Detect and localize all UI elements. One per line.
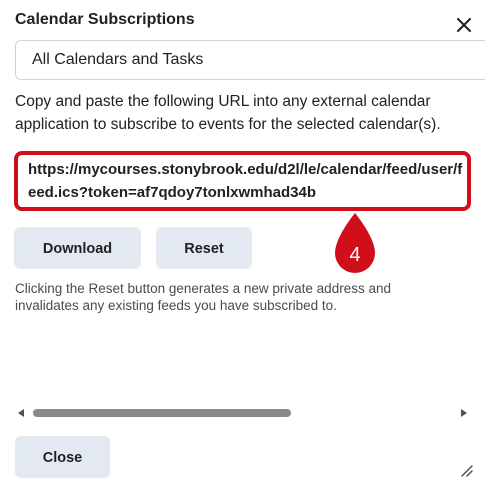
dialog-title: Calendar Subscriptions — [15, 11, 195, 28]
reset-note: Clicking the Reset button generates a ne… — [15, 281, 391, 313]
calendar-select[interactable]: All Calendars and Tasks — [15, 40, 485, 80]
step-marker: 4 — [331, 211, 379, 277]
feed-url-box[interactable]: https://mycourses.stonybrook.edu/d2l/le/… — [14, 151, 471, 211]
reset-button[interactable]: Reset — [156, 227, 252, 269]
scrollbar-thumb[interactable] — [33, 409, 291, 417]
horizontal-scrollbar[interactable] — [13, 405, 471, 421]
scroll-right-arrow-icon[interactable] — [461, 409, 467, 417]
scroll-left-arrow-icon[interactable] — [18, 409, 24, 417]
close-button[interactable]: Close — [15, 436, 110, 478]
close-icon[interactable] — [453, 14, 475, 36]
download-button[interactable]: Download — [14, 227, 141, 269]
feed-url-text[interactable]: https://mycourses.stonybrook.edu/d2l/le/… — [28, 158, 464, 204]
step-marker-number: 4 — [349, 244, 360, 266]
instructions-text: Copy and paste the following URL into an… — [15, 93, 441, 133]
resize-grip-icon[interactable] — [458, 462, 474, 478]
